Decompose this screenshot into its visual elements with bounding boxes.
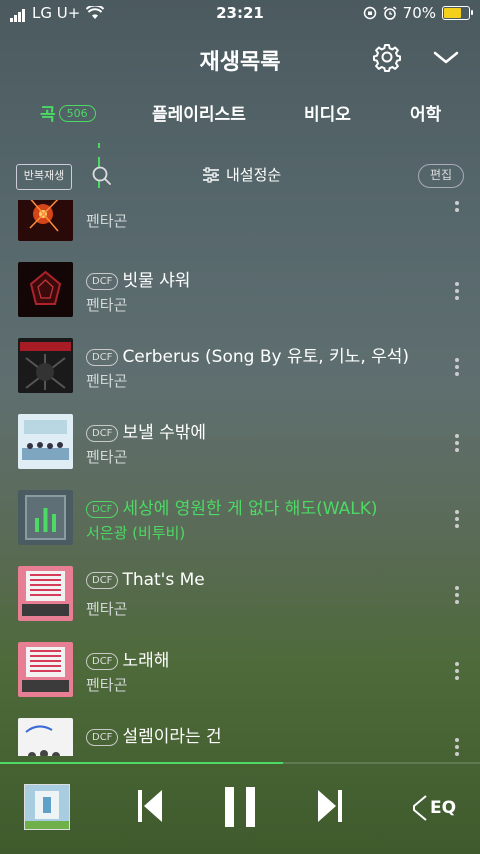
sort-label: 내설정순 xyxy=(226,166,282,184)
search-icon[interactable] xyxy=(90,164,114,188)
list-item[interactable]: DCF Cerberus (Song By 유토, 키노, 우석) 펜타곤 xyxy=(0,338,480,414)
song-title: DCF That's Me xyxy=(86,570,205,590)
page-title: 재생목록 xyxy=(199,50,281,75)
song-title: DCF 노래해 xyxy=(86,646,169,671)
dcf-badge: DCF xyxy=(86,425,119,442)
more-options-icon[interactable] xyxy=(455,434,461,455)
song-artist: 펜타곤 xyxy=(86,212,128,230)
dcf-badge: DCF xyxy=(86,572,119,589)
next-track-icon[interactable] xyxy=(314,788,346,824)
more-options-icon[interactable] xyxy=(455,662,461,683)
dcf-badge: DCF xyxy=(86,273,119,290)
dcf-badge: DCF xyxy=(86,349,119,366)
dcf-badge: DCF xyxy=(86,501,119,518)
more-options-icon[interactable] xyxy=(455,510,461,531)
dcf-badge: DCF xyxy=(86,729,119,746)
more-options-icon[interactable] xyxy=(455,200,461,215)
more-options-icon[interactable] xyxy=(455,738,461,756)
dcf-badge: DCF xyxy=(86,653,119,670)
now-playing-art xyxy=(18,490,73,545)
list-item[interactable]: 펜타곤 xyxy=(0,200,480,262)
list-item[interactable]: DCF 노래해 펜타곤 xyxy=(0,642,480,718)
more-options-icon[interactable] xyxy=(455,586,461,607)
battery-percent: 70% xyxy=(402,4,436,22)
song-title: DCF 설렘이라는 건 xyxy=(86,722,222,747)
album-art xyxy=(18,642,73,697)
album-art xyxy=(18,338,73,393)
list-item[interactable]: DCF 빗물 샤워 펜타곤 xyxy=(0,262,480,338)
song-artist: 펜타곤 xyxy=(86,448,128,466)
alarm-icon xyxy=(383,6,397,20)
list-item[interactable]: DCF 설렘이라는 건 xyxy=(0,718,480,756)
speaker-icon xyxy=(413,795,427,821)
tab-songs-label: 곡 xyxy=(40,105,56,125)
battery-icon xyxy=(442,6,473,20)
song-artist: 펜타곤 xyxy=(86,676,128,694)
list-toolbar: 반복재생 내설정순 편집 xyxy=(0,160,480,194)
album-art xyxy=(18,262,73,317)
album-art xyxy=(18,200,73,241)
more-options-icon[interactable] xyxy=(455,282,461,303)
eq-button[interactable]: EQ xyxy=(412,794,456,822)
list-item[interactable]: DCF That's Me 펜타곤 xyxy=(0,566,480,642)
song-artist: 서은광 (비투비) xyxy=(86,524,186,542)
song-list: 펜타곤 DCF 빗물 샤워 펜타곤 DCF Cerberus (Song By 유토… xyxy=(0,200,480,756)
song-artist: 펜타곤 xyxy=(86,296,128,314)
song-artist: 펜타곤 xyxy=(86,600,128,618)
song-title: DCF Cerberus (Song By 유토, 키노, 우석) xyxy=(86,342,409,367)
progress-fill xyxy=(0,762,284,764)
mini-player: EQ xyxy=(0,768,480,854)
status-bar: LG U+ 23:21 70% xyxy=(0,0,480,28)
sort-sliders-icon xyxy=(203,166,219,183)
song-artist: 펜타곤 xyxy=(86,372,128,390)
song-title: DCF 빗물 샤워 xyxy=(86,266,190,291)
gear-icon[interactable] xyxy=(372,42,402,72)
album-art xyxy=(18,414,73,469)
tab-language[interactable]: 어학 xyxy=(410,100,441,125)
more-options-icon[interactable] xyxy=(455,358,461,379)
list-item[interactable]: DCF 보낼 수밖에 펜타곤 xyxy=(0,414,480,490)
mini-player-art[interactable] xyxy=(24,784,70,830)
tab-bar: 곡 506 플레이리스트 비디오 어학 xyxy=(0,100,480,188)
album-art xyxy=(18,566,73,621)
pause-icon[interactable] xyxy=(222,786,258,828)
tab-playlists[interactable]: 플레이리스트 xyxy=(152,100,246,125)
chevron-down-icon[interactable] xyxy=(432,46,460,68)
repeat-button[interactable]: 반복재생 xyxy=(16,164,72,190)
song-title: DCF 보낼 수밖에 xyxy=(86,418,206,443)
tab-songs[interactable]: 곡 506 xyxy=(40,100,100,188)
sort-button[interactable]: 내설정순 xyxy=(202,164,281,185)
song-count-badge: 506 xyxy=(58,105,96,122)
album-art xyxy=(18,718,73,756)
song-title: DCF 세상에 영원한 게 없다 해도(WALK) xyxy=(86,494,378,519)
tab-video[interactable]: 비디오 xyxy=(304,100,351,125)
previous-track-icon[interactable] xyxy=(134,788,166,824)
header: 재생목록 xyxy=(0,40,480,80)
orientation-lock-icon xyxy=(363,6,376,20)
list-item-now-playing[interactable]: DCF 세상에 영원한 게 없다 해도(WALK) 서은광 (비투비) xyxy=(0,490,480,566)
eq-label: EQ xyxy=(430,798,457,818)
edit-button[interactable]: 편집 xyxy=(418,164,464,188)
